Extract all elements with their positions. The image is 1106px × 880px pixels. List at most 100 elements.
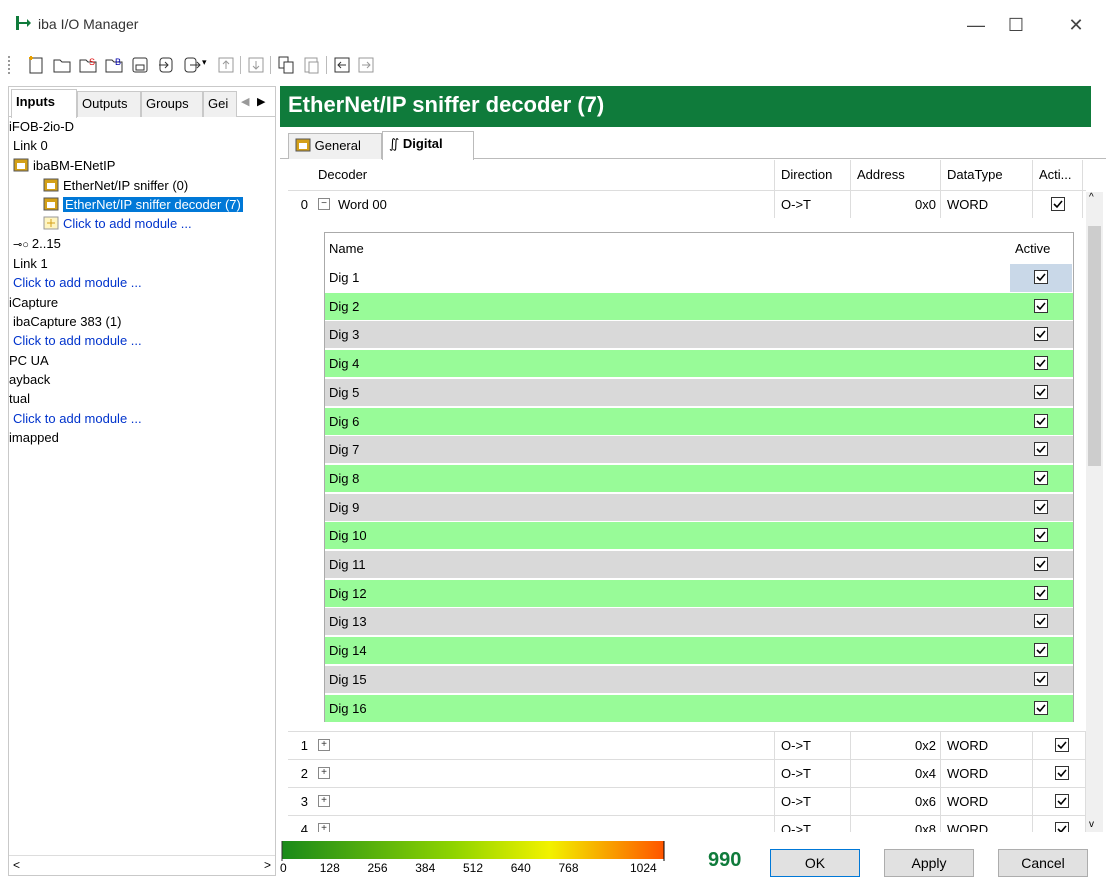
- tree-node[interactable]: PC UA: [9, 352, 49, 370]
- table-row[interactable]: 3 + O->T 0x6 WORD: [288, 787, 1086, 815]
- signal-row[interactable]: Dig 10: [325, 521, 1073, 550]
- active-checkbox[interactable]: [1034, 499, 1048, 514]
- open-folder-icon[interactable]: [52, 55, 72, 75]
- paste-icon[interactable]: [302, 55, 322, 75]
- signal-row[interactable]: Dig 6: [325, 406, 1073, 436]
- signal-name[interactable]: Dig 5: [329, 379, 359, 407]
- active-checkbox[interactable]: [1034, 470, 1048, 485]
- tree-node-selected[interactable]: EtherNet/IP sniffer decoder (7): [43, 196, 243, 214]
- signal-row[interactable]: Dig 2: [325, 291, 1073, 320]
- active-cell[interactable]: [1033, 760, 1086, 787]
- active-checkbox[interactable]: [1034, 585, 1048, 600]
- expand-icon[interactable]: +: [318, 739, 330, 751]
- tab-scroll-left-icon[interactable]: ◀: [241, 95, 249, 108]
- active-checkbox[interactable]: [1055, 794, 1069, 808]
- active-cell[interactable]: [1033, 816, 1086, 832]
- signal-name[interactable]: Dig 6: [329, 408, 359, 436]
- signal-name[interactable]: Dig 7: [329, 436, 359, 464]
- active-checkbox[interactable]: [1034, 700, 1048, 715]
- active-checkbox[interactable]: [1034, 614, 1048, 629]
- active-cell[interactable]: [1010, 522, 1072, 550]
- direction-cell[interactable]: O->T: [775, 816, 851, 832]
- signal-name[interactable]: Dig 16: [329, 695, 367, 723]
- signal-row[interactable]: Dig 1: [325, 263, 1073, 292]
- active-cell[interactable]: [1033, 191, 1083, 218]
- active-checkbox[interactable]: [1034, 413, 1048, 428]
- decoder-cell[interactable]: [332, 760, 775, 787]
- datatype-cell[interactable]: WORD: [941, 760, 1033, 787]
- datatype-cell[interactable]: WORD: [941, 788, 1033, 815]
- tab-general[interactable]: General: [288, 133, 382, 159]
- move-up-icon[interactable]: [216, 55, 236, 75]
- signal-row[interactable]: Dig 11: [325, 550, 1073, 578]
- move-down-icon[interactable]: [246, 55, 266, 75]
- direction-cell[interactable]: O->T: [775, 760, 851, 787]
- tab-scroll-right-icon[interactable]: ▶: [257, 95, 265, 108]
- tab-outputs[interactable]: Outputs: [77, 91, 141, 117]
- active-checkbox[interactable]: [1034, 384, 1048, 399]
- active-checkbox[interactable]: [1051, 197, 1065, 211]
- expand-icon[interactable]: +: [318, 767, 330, 779]
- signal-name[interactable]: Dig 11: [329, 551, 366, 579]
- datatype-cell[interactable]: WORD: [941, 191, 1033, 218]
- active-cell[interactable]: [1010, 494, 1072, 522]
- datatype-cell[interactable]: WORD: [941, 732, 1033, 759]
- tree-node[interactable]: Link 0: [13, 137, 48, 155]
- scroll-up-icon[interactable]: ^: [1089, 192, 1094, 203]
- decoder-cell[interactable]: [332, 816, 775, 832]
- table-row[interactable]: 4 + O->T 0x8 WORD: [288, 815, 1086, 832]
- expand-right-icon[interactable]: [356, 55, 376, 75]
- tab-general[interactable]: Gei: [203, 91, 237, 117]
- add-module-link[interactable]: Click to add module ...: [13, 332, 142, 350]
- add-module-link[interactable]: Click to add module ...: [13, 410, 142, 428]
- tree-node[interactable]: imapped: [9, 429, 59, 447]
- config-b-icon[interactable]: B: [104, 55, 124, 75]
- collapse-icon[interactable]: −: [318, 198, 330, 210]
- active-cell[interactable]: [1010, 408, 1072, 436]
- active-checkbox[interactable]: [1034, 671, 1048, 686]
- signal-row[interactable]: Dig 5: [325, 377, 1073, 407]
- signal-name[interactable]: Dig 13: [329, 608, 367, 636]
- table-row[interactable]: 1 + O->T 0x2 WORD: [288, 731, 1086, 759]
- active-checkbox[interactable]: [1055, 822, 1069, 832]
- tree-node[interactable]: ayback: [9, 371, 50, 389]
- active-cell[interactable]: [1010, 321, 1072, 349]
- signal-row[interactable]: Dig 14: [325, 636, 1073, 665]
- expand-icon[interactable]: +: [318, 795, 330, 807]
- scrollbar-thumb[interactable]: [1088, 226, 1101, 466]
- signal-row[interactable]: Dig 9: [325, 492, 1073, 522]
- import-icon[interactable]: [156, 55, 176, 75]
- active-checkbox[interactable]: [1055, 766, 1069, 780]
- scroll-down-icon[interactable]: v: [1089, 819, 1094, 830]
- maximize-button[interactable]: ☐: [996, 10, 1036, 40]
- active-cell[interactable]: [1010, 551, 1072, 579]
- signal-name[interactable]: Dig 1: [329, 264, 359, 292]
- column-header-active[interactable]: Active: [1015, 241, 1050, 256]
- active-cell[interactable]: [1010, 580, 1072, 608]
- signal-row[interactable]: Dig 13: [325, 607, 1073, 636]
- active-checkbox[interactable]: [1034, 327, 1048, 342]
- signal-row[interactable]: Dig 16: [325, 693, 1073, 723]
- horizontal-scrollbar[interactable]: < >: [9, 855, 275, 875]
- signal-row[interactable]: Dig 12: [325, 578, 1073, 608]
- tab-groups[interactable]: Groups: [141, 91, 203, 117]
- active-cell[interactable]: [1010, 264, 1072, 292]
- signal-row[interactable]: Dig 7: [325, 435, 1073, 464]
- active-checkbox[interactable]: [1034, 643, 1048, 658]
- active-cell[interactable]: [1010, 666, 1072, 694]
- direction-cell[interactable]: O->T: [775, 191, 851, 218]
- active-cell[interactable]: [1010, 379, 1072, 407]
- apply-button[interactable]: Apply: [884, 849, 974, 877]
- scroll-right-icon[interactable]: >: [264, 858, 271, 872]
- column-header-decoder[interactable]: Decoder: [312, 160, 775, 190]
- active-checkbox[interactable]: [1034, 557, 1048, 571]
- column-header-address[interactable]: Address: [851, 160, 941, 190]
- direction-cell[interactable]: O->T: [775, 732, 851, 759]
- close-button[interactable]: ✕: [1056, 10, 1096, 40]
- cancel-button[interactable]: Cancel: [998, 849, 1088, 877]
- tree-node[interactable]: iCapture: [9, 294, 58, 312]
- signal-name[interactable]: Dig 14: [329, 637, 367, 665]
- address-cell[interactable]: 0x6: [851, 788, 941, 815]
- save-icon[interactable]: [130, 55, 150, 75]
- tab-inputs[interactable]: Inputs: [11, 89, 77, 118]
